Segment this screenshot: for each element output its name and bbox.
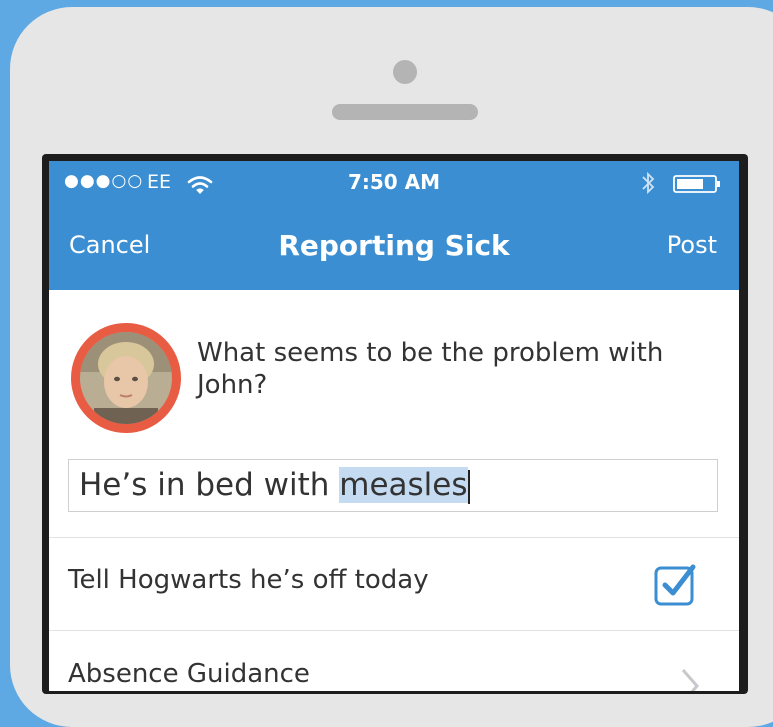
app-screen: ●●●○○ EE 7:50 AM Cancel Reporting Sick P…	[49, 161, 739, 691]
navigation-bar: ●●●○○ EE 7:50 AM Cancel Reporting Sick P…	[49, 161, 739, 290]
prompt-question: What seems to be the problem with John?	[197, 338, 664, 400]
reply-input[interactable]: He’s in bed with measles	[68, 459, 718, 512]
post-button[interactable]: Post	[667, 231, 717, 259]
earpiece-speaker	[332, 104, 478, 120]
page-title: Reporting Sick	[278, 229, 510, 262]
chevron-right-icon	[681, 669, 699, 691]
status-time: 7:50 AM	[347, 170, 441, 194]
bluetooth-icon	[642, 171, 655, 195]
divider	[49, 537, 739, 538]
selected-text: measles	[339, 467, 468, 503]
battery-icon	[673, 175, 720, 193]
front-camera	[393, 60, 417, 84]
reply-text: He’s in bed with	[79, 467, 340, 503]
checkbox-checked-icon[interactable]	[653, 561, 699, 607]
child-photo	[80, 332, 172, 424]
avatar	[71, 323, 181, 433]
option-label-tell-school[interactable]: Tell Hogwarts he’s off today	[68, 565, 429, 595]
status-bar: ●●●○○ EE 7:50 AM	[49, 161, 739, 209]
text-caret	[467, 469, 470, 504]
divider	[49, 630, 739, 631]
option-label-absence-guidance[interactable]: Absence Guidance	[68, 659, 310, 689]
